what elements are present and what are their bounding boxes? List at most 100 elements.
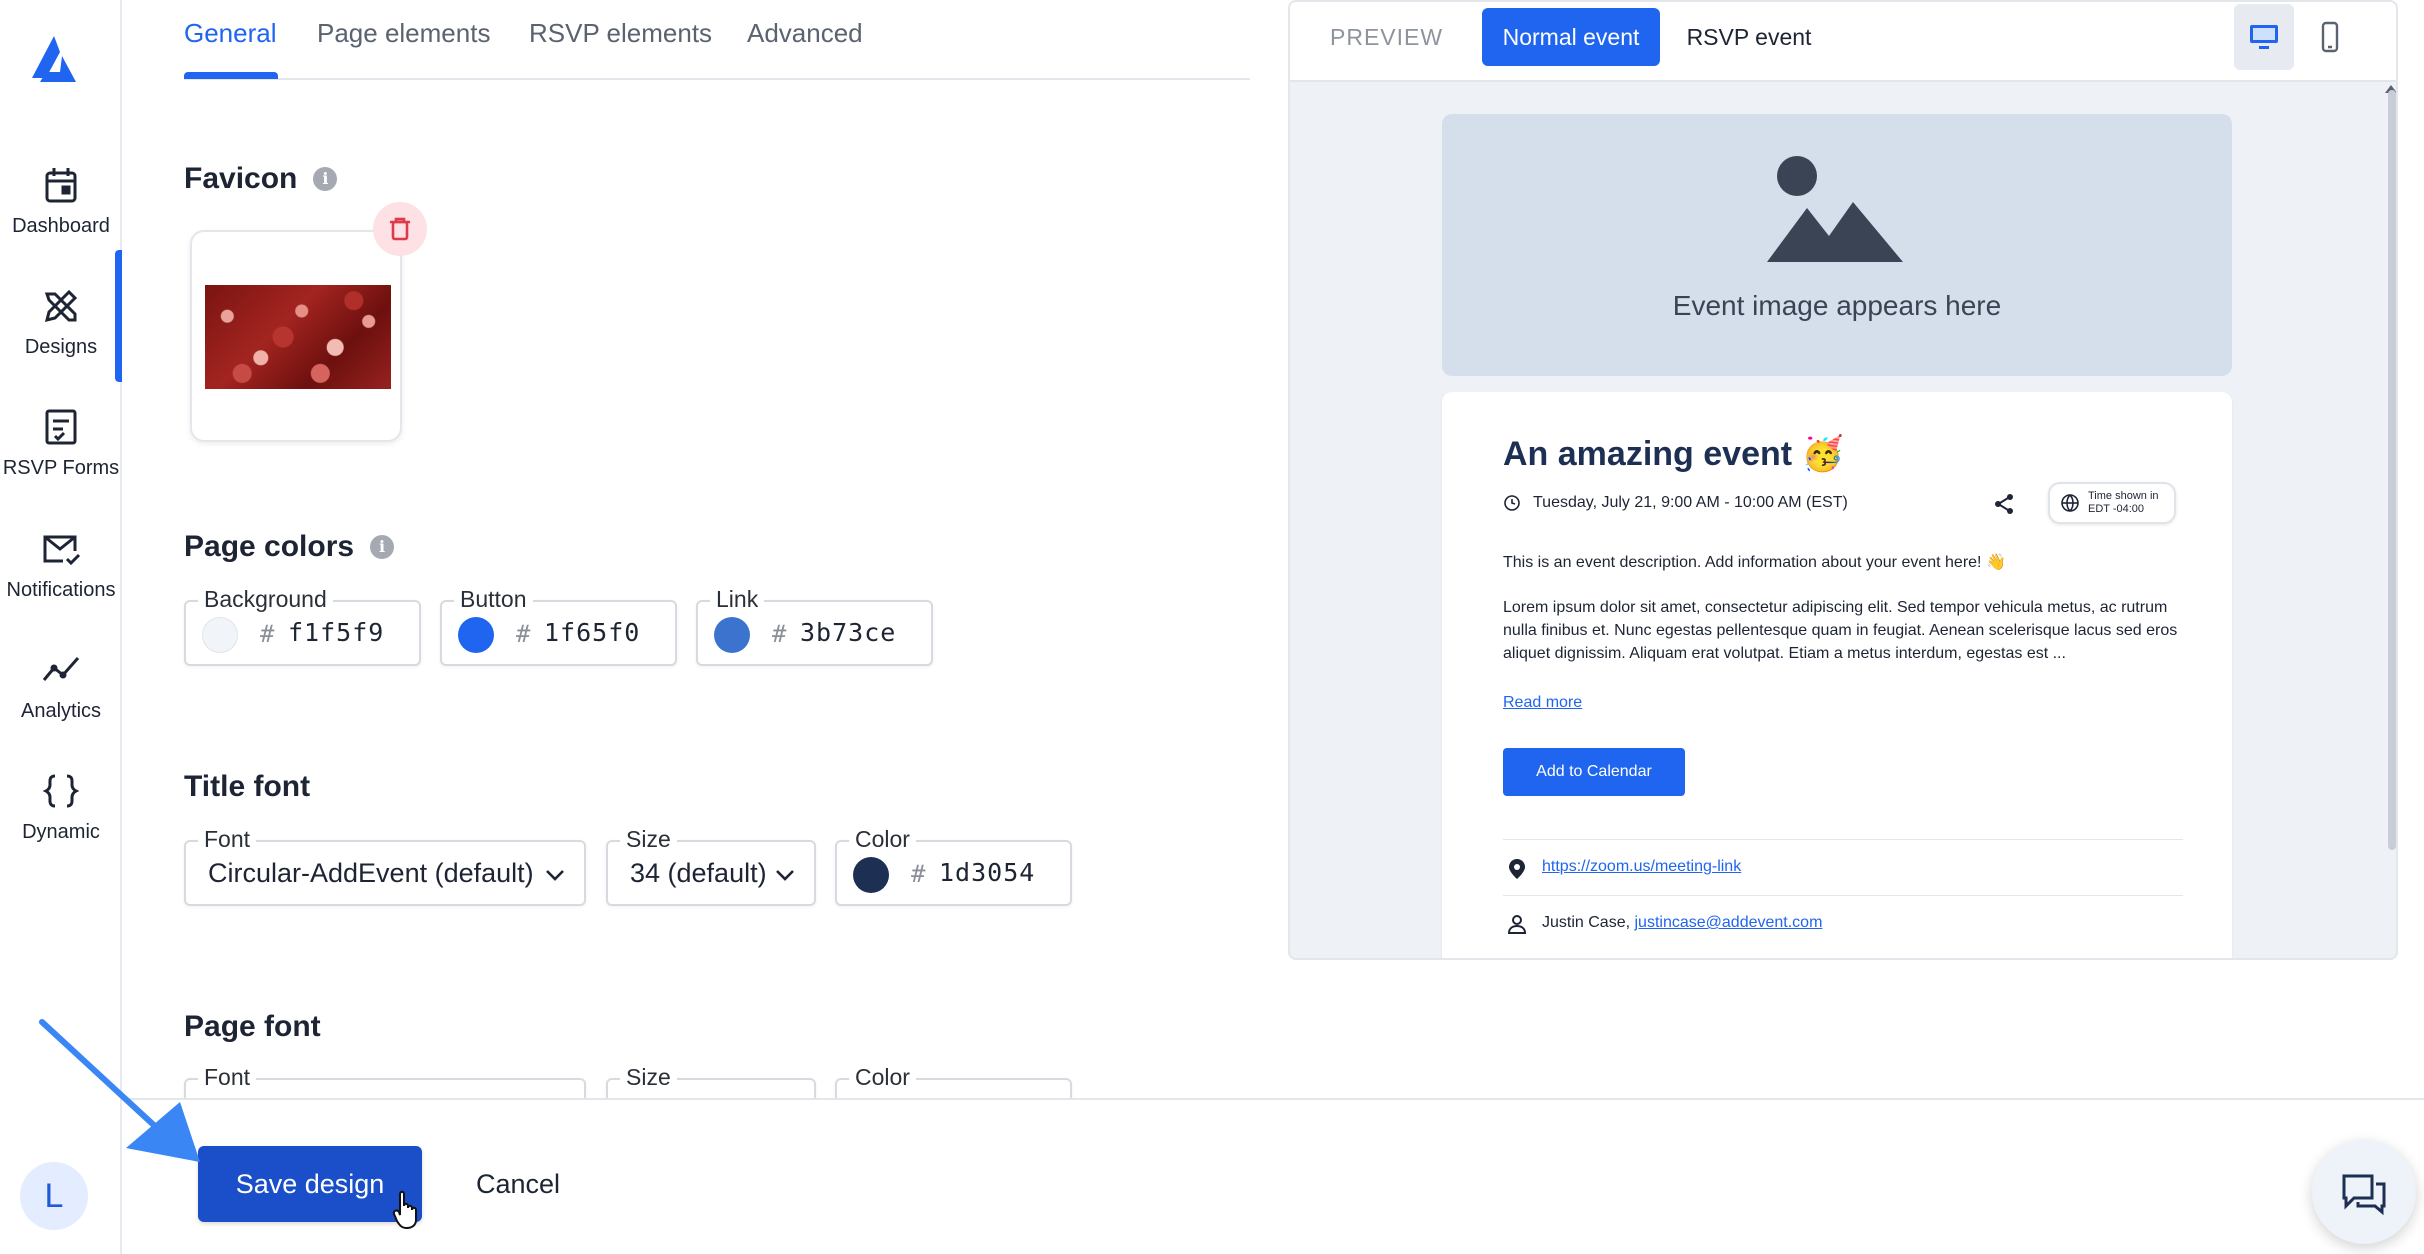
event-image-placeholder: Event image appears here [1442,114,2232,376]
preview-scrollbar[interactable] [2388,90,2396,850]
selected-value: 34 (default) [630,858,767,888]
tab-page-elements[interactable]: Page elements [317,18,490,49]
sidebar-item-label: Analytics [20,699,102,722]
design-tools-icon [44,289,78,322]
chevron-down-icon [776,870,794,881]
page-font-select[interactable]: Font [184,1062,586,1098]
title-font-select[interactable]: Font Circular-AddEvent (default) [184,824,586,906]
section-title: Favicon [184,162,298,195]
mobile-view-button[interactable] [2300,4,2360,70]
form-icon [45,409,77,444]
cancel-button[interactable]: Cancel [450,1146,586,1222]
tab-general[interactable]: General [184,18,277,49]
tab-rsvp-elements[interactable]: RSVP elements [529,18,712,49]
color-swatch[interactable] [202,617,238,653]
sidebar-item-label: RSVP Forms [2,456,120,479]
hex-value-input[interactable]: 3b73ce [800,618,896,647]
location-link[interactable]: https://zoom.us/meeting-link [1542,858,1741,876]
background-color-field[interactable]: Background # f1f5f9 [184,584,421,666]
favicon-image [205,285,391,389]
favicon-preview-card[interactable] [190,230,402,442]
event-card: An amazing event 🥳 Tuesday, July 21, 9:0… [1442,392,2232,958]
chat-icon [2342,1174,2386,1216]
sidebar-item-rsvp-forms[interactable]: RSVP Forms [0,388,122,498]
image-icon [1767,156,1903,262]
page-size-select[interactable]: Size [606,1062,816,1098]
sidebar-item-analytics[interactable]: Analytics [0,631,122,741]
title-font-heading: Title font [184,770,310,804]
normal-event-toggle[interactable]: Normal event [1482,8,1660,66]
selected-value: Circular-AddEvent (default) [208,858,534,888]
avatar[interactable]: L [20,1162,88,1230]
hash-symbol: # [772,620,787,648]
info-icon[interactable]: i [313,167,338,191]
delete-favicon-button[interactable] [373,202,427,256]
active-tab-indicator [184,72,278,79]
datetime-text: Tuesday, July 21, 9:00 AM - 10:00 AM (ES… [1533,494,1848,511]
active-nav-indicator [115,250,122,382]
title-color-field[interactable]: Color # 1d3054 [835,824,1072,906]
rsvp-event-toggle[interactable]: RSVP event [1678,8,1820,66]
field-label: Background [198,584,333,614]
sidebar-item-dynamic[interactable]: Dynamic [0,752,122,862]
desktop-view-button[interactable] [2234,4,2294,70]
timezone-line-2: EDT -04:00 [2088,503,2145,515]
event-long-description: Lorem ipsum dolor sit amet, consectetur … [1503,599,2178,662]
person-icon [1507,915,1527,934]
title-size-select[interactable]: Size 34 (default) [606,824,816,906]
info-icon[interactable]: i [370,535,395,559]
sidebar-item-notifications[interactable]: Notifications [0,510,122,620]
share-icon[interactable] [1992,492,2016,516]
color-swatch[interactable] [714,617,750,653]
field-label: Font [198,824,257,854]
organizer-email-link[interactable]: justincase@addevent.com [1635,914,1823,931]
trash-icon [390,217,410,241]
sidebar-item-label: Notifications [6,578,116,601]
field-label: Button [454,584,533,614]
mobile-icon [2321,21,2339,53]
timezone-badge[interactable]: Time shown in EDT -04:00 [2048,482,2176,524]
divider [1503,895,2183,896]
chat-support-button[interactable] [2312,1140,2416,1244]
page-color-field[interactable]: Color [835,1062,1072,1098]
image-placeholder-caption: Event image appears here [1672,290,2002,321]
mail-check-icon [43,535,81,565]
settings-tabs: General Page elements RSVP elements Adva… [184,0,1250,80]
sidebar-item-designs[interactable]: Designs [0,267,122,377]
desktop-icon [2250,25,2278,49]
field-label: Size [620,1062,677,1092]
field-label: Color [849,824,916,854]
color-swatch[interactable] [853,857,889,893]
hash-symbol: # [260,620,275,648]
calendar-icon [45,167,77,202]
organizer: Justin Case, justincase@addevent.com [1542,914,1822,932]
trend-line-icon [42,656,80,681]
color-swatch[interactable] [458,617,494,653]
field-label: Color [849,1062,916,1092]
hex-value-input[interactable]: 1d3054 [939,858,1035,887]
timezone-line-1: Time shown in [2088,490,2159,502]
section-title: Title font [184,770,311,803]
page-font-fields-clip: Font Size Color [170,1060,1270,1098]
location-pin-icon [1509,859,1525,879]
preview-panel: PREVIEW Normal event RSVP event Event im… [1288,0,2398,960]
sidebar-item-label: Designs [24,335,98,358]
sidebar-item-dashboard[interactable]: Dashboard [0,146,122,256]
divider [1503,839,2183,840]
add-to-calendar-button[interactable]: Add to Calendar [1503,748,1685,796]
hand-cursor-icon [392,1190,417,1230]
field-label: Size [620,824,677,854]
read-more-link[interactable]: Read more [1503,694,1582,712]
save-design-button[interactable]: Save design [198,1146,422,1222]
clock-icon [1504,495,1520,511]
organizer-name: Justin Case, [1542,914,1631,931]
hex-value-input[interactable]: 1f65f0 [544,618,640,647]
preview-label: PREVIEW [1330,24,1444,50]
addevent-logo[interactable] [26,34,82,86]
tab-advanced[interactable]: Advanced [747,18,863,49]
button-color-field[interactable]: Button # 1f65f0 [440,584,677,666]
field-label: Link [710,584,765,614]
link-color-field[interactable]: Link # 3b73ce [696,584,933,666]
hash-symbol: # [911,860,926,888]
hex-value-input[interactable]: f1f5f9 [288,618,384,647]
